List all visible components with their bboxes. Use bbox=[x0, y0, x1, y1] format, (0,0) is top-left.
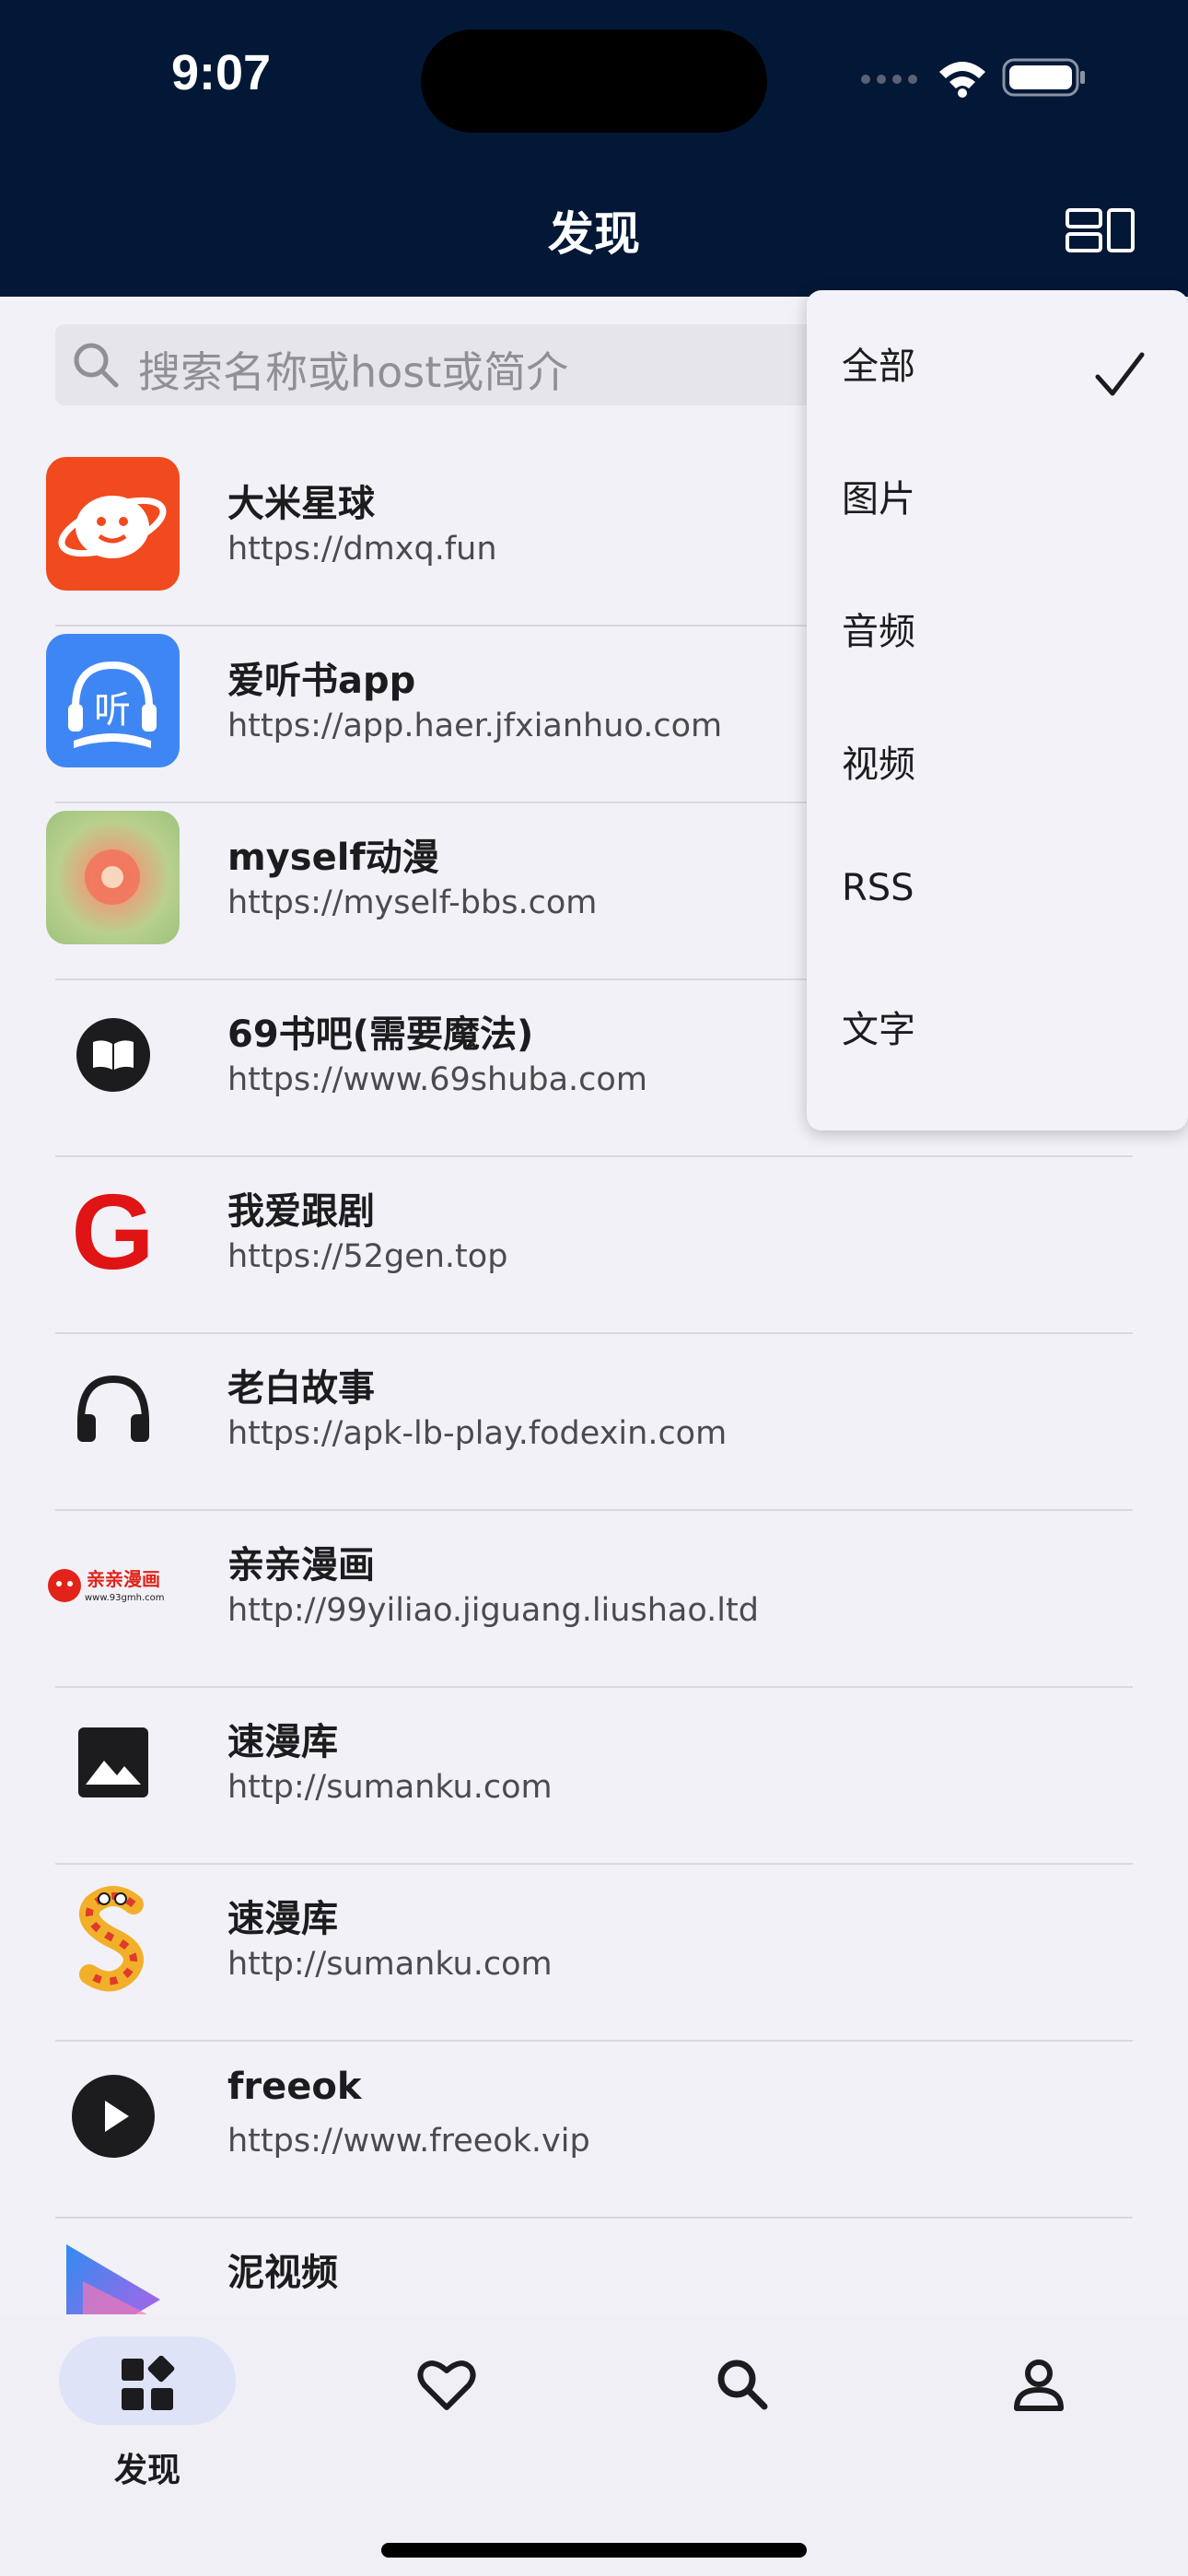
book-icon bbox=[46, 988, 180, 1121]
source-url: http://sumanku.com bbox=[227, 1769, 553, 1806]
list-item[interactable]: 老白故事 https://apk-lb-play.fodexin.com bbox=[0, 1297, 1188, 1511]
ting-book-logo: 听 bbox=[46, 634, 180, 767]
filter-option-label: 图片 bbox=[842, 478, 915, 521]
source-url: http://99yiliao.jiguang.liushao.ltd bbox=[227, 1592, 759, 1629]
dynamic-island bbox=[421, 29, 767, 133]
headphones-icon bbox=[46, 1341, 180, 1475]
filter-option-text[interactable]: 文字 bbox=[807, 954, 1188, 1086]
list-item[interactable]: 亲亲漫画 www.93gmh.com 亲亲漫画 http://99yiliao.… bbox=[0, 1474, 1188, 1688]
heart-icon bbox=[417, 2360, 476, 2410]
battery-icon bbox=[1002, 58, 1085, 97]
source-name: 我爱跟剧 bbox=[227, 1190, 375, 1233]
filter-option-label: 视频 bbox=[842, 744, 915, 786]
source-url: https://app.haer.jfxianhuo.com bbox=[227, 708, 723, 744]
rice-planet-logo bbox=[46, 457, 180, 591]
qinqin-logo-sub: www.93gmh.com bbox=[85, 1593, 164, 1603]
discover-icon bbox=[122, 2356, 175, 2410]
filter-option-label: 全部 bbox=[842, 345, 915, 388]
status-time: 9:07 bbox=[171, 45, 272, 100]
search-placeholder: 搜索名称或host或简介 bbox=[138, 347, 569, 397]
source-name: 大米星球 bbox=[227, 483, 375, 525]
g-letter-logo: G bbox=[46, 1165, 180, 1298]
source-name: 老白故事 bbox=[227, 1367, 375, 1410]
tab-search[interactable] bbox=[650, 2325, 834, 2491]
source-name: 速漫库 bbox=[227, 1721, 338, 1763]
source-name: 泥视频 bbox=[227, 2252, 338, 2294]
filter-option-label: RSS bbox=[842, 867, 914, 909]
source-name: freeok bbox=[227, 2066, 362, 2108]
filter-option-label: 文字 bbox=[842, 1009, 915, 1051]
source-name: 爱听书app bbox=[227, 660, 416, 702]
source-url: https://www.freeok.vip bbox=[227, 2123, 590, 2160]
source-url: https://dmxq.fun bbox=[227, 531, 497, 568]
tab-label: 发现 bbox=[113, 2452, 181, 2489]
person-icon bbox=[1014, 2359, 1064, 2411]
source-url: https://www.69shuba.com bbox=[227, 1061, 647, 1098]
g-logo-text: G bbox=[71, 1171, 155, 1292]
tab-favorites[interactable] bbox=[355, 2325, 539, 2491]
qinqin-manhua-logo: 亲亲漫画 www.93gmh.com bbox=[46, 1518, 180, 1652]
source-name: 亲亲漫画 bbox=[227, 1544, 375, 1587]
blurred-flower-logo bbox=[46, 811, 180, 944]
tab-profile[interactable] bbox=[947, 2325, 1131, 2491]
source-url: https://52gen.top bbox=[227, 1238, 508, 1275]
source-name: myself动漫 bbox=[227, 837, 439, 879]
filter-dropdown-menu: 全部 图片 音频 视频 RSS 文字 bbox=[807, 290, 1188, 1130]
source-url: https://myself-bbs.com bbox=[227, 884, 598, 921]
filter-option-label: 音频 bbox=[842, 611, 915, 653]
layout-toggle-icon[interactable] bbox=[1065, 206, 1136, 254]
filter-option-audio[interactable]: 音频 bbox=[807, 556, 1188, 688]
dollar-character-logo bbox=[46, 1872, 180, 2006]
list-item[interactable]: 速漫库 http://sumanku.com bbox=[0, 1651, 1188, 1865]
list-item[interactable]: G 我爱跟剧 https://52gen.top bbox=[0, 1120, 1188, 1334]
ting-logo-text: 听 bbox=[94, 689, 131, 732]
source-url: http://sumanku.com bbox=[227, 1946, 553, 1983]
top-app-bar: 9:07 发现 bbox=[0, 0, 1188, 297]
search-icon bbox=[74, 343, 119, 388]
bottom-tab-bar: 发现 bbox=[0, 2314, 1188, 2576]
list-item[interactable]: 速漫库 http://sumanku.com bbox=[0, 1828, 1188, 2042]
checkmark-icon bbox=[1095, 352, 1145, 396]
signal-icon bbox=[861, 75, 917, 84]
search-icon bbox=[717, 2359, 768, 2410]
image-icon bbox=[46, 1695, 180, 1829]
source-name: 速漫库 bbox=[227, 1898, 338, 1940]
play-circle-icon bbox=[46, 2049, 180, 2183]
qinqin-logo-main: 亲亲漫画 bbox=[87, 1568, 160, 1590]
filter-option-image[interactable]: 图片 bbox=[807, 423, 1188, 556]
filter-option-video[interactable]: 视频 bbox=[807, 688, 1188, 821]
status-indicators bbox=[858, 57, 1087, 98]
home-indicator bbox=[381, 2543, 807, 2558]
source-url: https://apk-lb-play.fodexin.com bbox=[227, 1415, 728, 1452]
list-item[interactable]: freeok https://www.freeok.vip bbox=[0, 2005, 1188, 2219]
wifi-icon bbox=[939, 62, 985, 98]
page-title: 发现 bbox=[548, 207, 640, 261]
filter-option-all[interactable]: 全部 bbox=[807, 290, 1188, 423]
tab-discover[interactable]: 发现 bbox=[55, 2325, 239, 2491]
source-name: 69书吧(需要魔法) bbox=[227, 1013, 534, 1056]
filter-option-rss[interactable]: RSS bbox=[807, 821, 1188, 954]
